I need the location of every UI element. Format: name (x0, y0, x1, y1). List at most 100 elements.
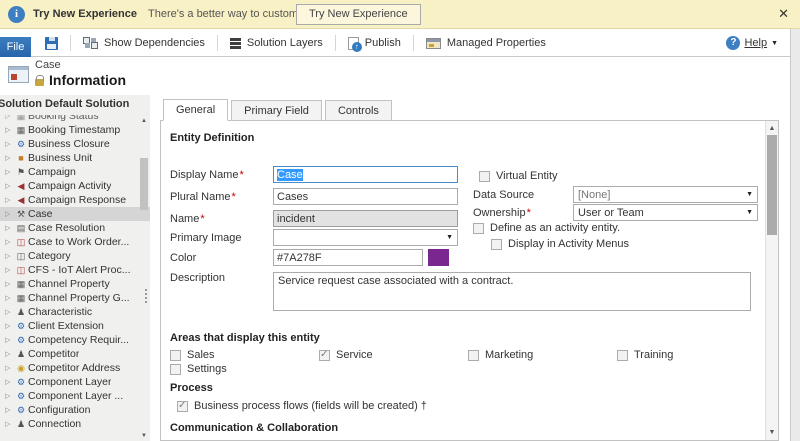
display-activity-menus-checkbox-row[interactable]: Display in Activity Menus (491, 238, 629, 250)
area-checkbox-item[interactable]: Sales (170, 348, 319, 362)
solution-explorer-panel: Case Information Solution Default Soluti… (0, 57, 150, 441)
tree-item[interactable]: ▷ ◫ CFS - IoT Alert Proc... (0, 263, 150, 277)
page-title: Information (49, 72, 126, 88)
tab-general[interactable]: General (163, 99, 229, 121)
gear-icon: ⚙ (16, 320, 26, 331)
color-input[interactable]: #7A278F (273, 249, 423, 266)
area-checkbox-item[interactable]: Service (319, 348, 468, 362)
tree-item[interactable]: ▷ ▦ Booking Status (0, 115, 150, 123)
save-button[interactable] (36, 29, 67, 57)
tree-item[interactable]: ▷ ♟ Competitor (0, 347, 150, 361)
scroll-down-icon[interactable]: ▼ (766, 426, 778, 439)
expand-arrow-icon[interactable]: ▷ (5, 222, 14, 235)
tree-item[interactable]: ▷ ◀ Campaign Activity (0, 179, 150, 193)
expand-arrow-icon[interactable]: ▷ (5, 292, 14, 305)
tree-item[interactable]: ▷ ⚙ Component Layer (0, 375, 150, 389)
tree-item[interactable]: ▷ ◫ Case to Work Order... (0, 235, 150, 249)
data-source-select[interactable]: [None] ▼ (573, 186, 758, 203)
scroll-up-icon[interactable]: ▲ (139, 118, 149, 124)
panel-splitter-handle[interactable] (145, 289, 147, 291)
expand-arrow-icon[interactable]: ▷ (5, 250, 14, 263)
area-checkbox-item[interactable]: Settings (170, 362, 319, 376)
tree-item[interactable]: ▷ ▦ Booking Timestamp (0, 123, 150, 137)
tree-item[interactable]: ▷ ⚙ Competency Requir... (0, 333, 150, 347)
expand-arrow-icon[interactable]: ▷ (5, 320, 14, 333)
tree-item[interactable]: ▷ ♟ Connection (0, 417, 150, 431)
primary-image-select[interactable]: ▼ (273, 229, 458, 246)
checkbox-icon[interactable] (491, 238, 502, 250)
show-dependencies-label: Show Dependencies (104, 37, 205, 49)
checkbox-icon[interactable] (170, 363, 181, 375)
tree-item[interactable]: ▷ ◫ Category (0, 249, 150, 263)
tree-scrollbar-thumb[interactable] (140, 158, 148, 210)
expand-arrow-icon[interactable]: ▷ (5, 115, 14, 123)
expand-arrow-icon[interactable]: ▷ (5, 152, 14, 165)
tree-item-label: Configuration (28, 403, 91, 416)
tree-item[interactable]: ▷ ⚙ Component Layer ... (0, 389, 150, 403)
expand-arrow-icon[interactable]: ▷ (5, 124, 14, 137)
expand-arrow-icon[interactable]: ▷ (5, 194, 14, 207)
expand-arrow-icon[interactable]: ▷ (5, 376, 14, 389)
chevron-down-icon: ▼ (746, 191, 753, 198)
tree-item[interactable]: ▷ ▤ Case Resolution (0, 221, 150, 235)
file-menu-button[interactable]: File (0, 37, 31, 57)
checkbox-icon[interactable] (170, 349, 181, 361)
tree-item[interactable]: ▷ ⚙ Configuration (0, 403, 150, 417)
tab-controls[interactable]: Controls (324, 100, 392, 120)
toolbar-separator (216, 35, 218, 51)
area-label: Settings (187, 363, 227, 375)
checkbox-icon[interactable] (473, 222, 484, 234)
scroll-up-icon[interactable]: ▲ (766, 122, 778, 135)
managed-properties-button[interactable]: Managed Properties (417, 29, 555, 57)
expand-arrow-icon[interactable]: ▷ (5, 362, 14, 375)
checkbox-icon[interactable] (617, 349, 628, 361)
expand-arrow-icon[interactable]: ▷ (5, 306, 14, 319)
expand-arrow-icon[interactable]: ▷ (5, 334, 14, 347)
tree-item[interactable]: ▷ ▦ Channel Property G... (0, 291, 150, 305)
tree-item[interactable]: ▷ ■ Business Unit (0, 151, 150, 165)
expand-arrow-icon[interactable]: ▷ (5, 166, 14, 179)
plural-name-input[interactable]: Cases (273, 188, 458, 205)
expand-arrow-icon[interactable]: ▷ (5, 278, 14, 291)
display-name-input[interactable]: Case (273, 166, 458, 183)
area-checkbox-item[interactable]: Training (617, 348, 766, 362)
tree-item[interactable]: ▷ ⚑ Campaign (0, 165, 150, 179)
lock-icon (35, 75, 44, 86)
show-dependencies-button[interactable]: Show Dependencies (74, 29, 214, 57)
scroll-down-icon[interactable]: ▼ (139, 433, 149, 439)
checkbox-icon[interactable] (479, 170, 490, 182)
tab-primary-field[interactable]: Primary Field (231, 100, 322, 120)
expand-arrow-icon[interactable]: ▷ (5, 208, 14, 221)
checkbox-icon[interactable] (319, 349, 330, 361)
try-new-experience-button[interactable]: Try New Experience (296, 4, 421, 25)
tree-item[interactable]: ▷ ⚙ Business Closure (0, 137, 150, 151)
content-scrollbar-thumb[interactable] (767, 135, 777, 235)
expand-arrow-icon[interactable]: ▷ (5, 180, 14, 193)
expand-arrow-icon[interactable]: ▷ (5, 418, 14, 431)
close-icon[interactable]: ✕ (778, 6, 789, 22)
expand-arrow-icon[interactable]: ▷ (5, 264, 14, 277)
publish-button[interactable]: Publish (339, 29, 410, 57)
content-scrollbar[interactable]: ▲ ▼ (765, 121, 778, 440)
define-activity-checkbox-row[interactable]: Define as an activity entity. (473, 222, 620, 234)
tree-item[interactable]: ▷ ♟ Characteristic (0, 305, 150, 319)
checkbox-icon[interactable] (468, 349, 479, 361)
expand-arrow-icon[interactable]: ▷ (5, 138, 14, 151)
tree-item[interactable]: ▷ ▦ Channel Property (0, 277, 150, 291)
expand-arrow-icon[interactable]: ▷ (5, 348, 14, 361)
description-textarea[interactable]: Service request case associated with a c… (273, 272, 751, 311)
expand-arrow-icon[interactable]: ▷ (5, 404, 14, 417)
virtual-entity-checkbox-row[interactable]: Virtual Entity (479, 170, 558, 182)
tree-scrollbar[interactable]: ▲ ▼ (139, 118, 149, 439)
tree-item[interactable]: ▷ ⚙ Client Extension (0, 319, 150, 333)
solution-layers-button[interactable]: Solution Layers (221, 29, 332, 57)
tree-item[interactable]: ▷ ◀ Campaign Response (0, 193, 150, 207)
expand-arrow-icon[interactable]: ▷ (5, 236, 14, 249)
tree-item-label: Client Extension (28, 319, 104, 332)
expand-arrow-icon[interactable]: ▷ (5, 390, 14, 403)
tree-item[interactable]: ▷ ⚒ Case (0, 207, 150, 221)
ownership-select[interactable]: User or Team ▼ (573, 204, 758, 221)
tree-item[interactable]: ▷ ◉ Competitor Address (0, 361, 150, 375)
help-menu[interactable]: ? Help ▼ (726, 36, 778, 50)
area-checkbox-item[interactable]: Marketing (468, 348, 617, 362)
